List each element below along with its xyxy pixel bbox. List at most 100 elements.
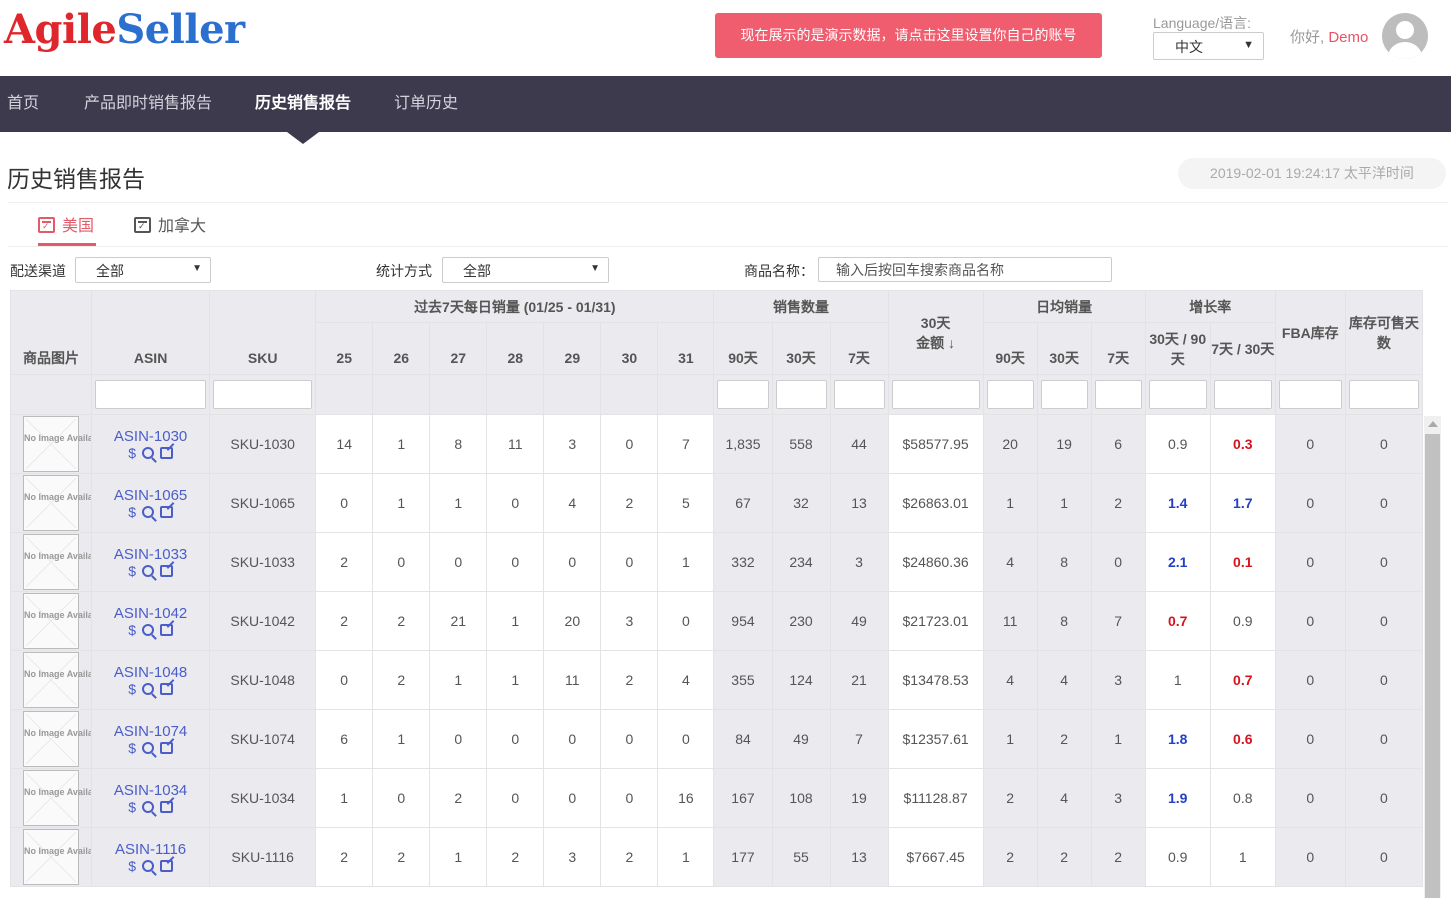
qty-cell: 44 — [829, 414, 889, 474]
dollar-icon[interactable]: $ — [128, 445, 136, 461]
header-day[interactable]: 28 — [486, 322, 545, 375]
asin-link[interactable]: ASIN-1033 — [93, 546, 209, 563]
no-image-placeholder[interactable]: No Image Available — [23, 416, 91, 472]
edit-icon[interactable] — [159, 682, 173, 695]
zoom-search-icon[interactable] — [141, 623, 154, 636]
edit-icon[interactable] — [159, 564, 173, 577]
no-image-placeholder[interactable]: No Image Available — [23, 711, 91, 767]
tab-canada[interactable]: 加拿大 — [134, 212, 206, 246]
product-name-search-input[interactable] — [818, 257, 1112, 282]
zoom-search-icon[interactable] — [141, 564, 154, 577]
nav-item-realtime-report[interactable]: 产品即时销售报告 — [84, 76, 212, 132]
zoom-search-icon[interactable] — [141, 682, 154, 695]
zoom-search-icon[interactable] — [141, 446, 154, 459]
header-qty-30[interactable]: 30天 — [771, 322, 831, 375]
header-days-left[interactable]: 库存可售天数 — [1344, 290, 1423, 375]
edit-icon[interactable] — [159, 623, 173, 636]
asin-link[interactable]: ASIN-1048 — [93, 664, 209, 681]
header-day[interactable]: 31 — [657, 322, 715, 375]
scrollbar-thumb[interactable] — [1425, 434, 1440, 898]
demo-account-banner-button[interactable]: 现在展示的是演示数据，请点击这里设置你自己的账号 — [715, 13, 1102, 58]
qty-cell: 177 — [713, 827, 773, 887]
no-image-placeholder[interactable]: No Image Available — [23, 475, 91, 531]
column-filter-input[interactable] — [986, 380, 1034, 409]
asin-link[interactable]: ASIN-1042 — [93, 605, 209, 622]
no-image-placeholder[interactable]: No Image Available — [23, 829, 91, 885]
header-day[interactable]: 25 — [315, 322, 374, 375]
dollar-icon[interactable]: $ — [128, 681, 136, 697]
dollar-icon[interactable]: $ — [128, 799, 136, 815]
column-filter-input[interactable] — [833, 380, 885, 409]
table-row: No Image AvailableASIN-1034$SKU-10341020… — [10, 768, 1423, 828]
asin-link[interactable]: ASIN-1065 — [93, 487, 209, 504]
edit-icon[interactable] — [159, 741, 173, 754]
header-growth-7-30[interactable]: 7天 / 30天 — [1209, 322, 1276, 375]
zoom-search-icon[interactable] — [141, 741, 154, 754]
dollar-icon[interactable]: $ — [128, 563, 136, 579]
avg-cell: 3 — [1090, 650, 1146, 710]
column-filter-input[interactable] — [1094, 380, 1142, 409]
column-filter-input[interactable] — [95, 380, 207, 409]
column-filter-input[interactable] — [1148, 380, 1207, 409]
edit-icon[interactable] — [159, 800, 173, 813]
header-day[interactable]: 27 — [429, 322, 488, 375]
avatar[interactable] — [1382, 13, 1428, 59]
column-filter-input[interactable] — [1040, 380, 1088, 409]
channel-filter-select[interactable]: 全部 ▼ — [75, 257, 211, 283]
no-image-placeholder[interactable]: No Image Available — [23, 652, 91, 708]
column-filter-input[interactable] — [213, 380, 313, 409]
username-link[interactable]: Demo — [1328, 29, 1368, 46]
header-day[interactable]: 30 — [600, 322, 659, 375]
app-logo[interactable]: AgileSeller — [4, 6, 245, 53]
zoom-search-icon[interactable] — [141, 859, 154, 872]
header-avg-30[interactable]: 30天 — [1036, 322, 1092, 375]
nav-item-history-report[interactable]: 历史销售报告 — [255, 76, 351, 132]
header-avg-90[interactable]: 90天 — [982, 322, 1038, 375]
scroll-up-arrow-icon[interactable] — [1428, 421, 1438, 427]
dollar-icon[interactable]: $ — [128, 740, 136, 756]
dollar-icon[interactable]: $ — [128, 858, 136, 874]
zoom-search-icon[interactable] — [141, 505, 154, 518]
qty-cell: 49 — [829, 591, 889, 651]
column-filter-input[interactable] — [891, 380, 980, 409]
table-scrollbar[interactable] — [1424, 416, 1441, 898]
daily-sales-cell: 16 — [657, 768, 715, 828]
dollar-icon[interactable]: $ — [128, 504, 136, 520]
header-day[interactable]: 26 — [372, 322, 431, 375]
no-image-placeholder[interactable]: No Image Available — [23, 593, 91, 649]
no-image-placeholder[interactable]: No Image Available — [23, 770, 91, 826]
avg-cell: 8 — [1036, 532, 1092, 592]
header-asin[interactable]: ASIN — [91, 290, 211, 375]
edit-icon[interactable] — [159, 859, 173, 872]
column-filter-input[interactable] — [775, 380, 827, 409]
column-filter-input[interactable] — [1213, 380, 1272, 409]
dollar-icon[interactable]: $ — [128, 622, 136, 638]
asin-link[interactable]: ASIN-1030 — [93, 428, 209, 445]
asin-link[interactable]: ASIN-1116 — [93, 841, 209, 858]
edit-icon[interactable] — [159, 446, 173, 459]
header-fba-stock[interactable]: FBA库存 — [1274, 290, 1346, 375]
daily-sales-cell: 1 — [486, 650, 545, 710]
header-qty-7[interactable]: 7天 — [829, 322, 889, 375]
header-30day-amount[interactable]: 30天 金额 ↓ — [887, 290, 984, 375]
tab-us[interactable]: 美国 — [38, 212, 94, 246]
header-avg-7[interactable]: 7天 — [1090, 322, 1146, 375]
nav-item-home[interactable]: 首页 — [7, 76, 39, 132]
no-image-placeholder[interactable]: No Image Available — [23, 534, 91, 590]
nav-item-order-history[interactable]: 订单历史 — [394, 76, 458, 132]
active-nav-pointer — [287, 132, 319, 144]
qty-cell: 355 — [713, 650, 773, 710]
header-day[interactable]: 29 — [543, 322, 602, 375]
column-filter-input[interactable] — [1348, 380, 1419, 409]
edit-icon[interactable] — [159, 505, 173, 518]
stat-filter-select[interactable]: 全部 ▼ — [442, 257, 609, 283]
header-growth-30-90[interactable]: 30天 / 90天 — [1144, 322, 1211, 375]
asin-link[interactable]: ASIN-1034 — [93, 782, 209, 799]
zoom-search-icon[interactable] — [141, 800, 154, 813]
asin-link[interactable]: ASIN-1074 — [93, 723, 209, 740]
header-qty-90[interactable]: 90天 — [713, 322, 773, 375]
header-sku[interactable]: SKU — [209, 290, 317, 375]
column-filter-input[interactable] — [717, 380, 769, 409]
column-filter-input[interactable] — [1278, 380, 1342, 409]
language-select[interactable]: 中文 ▼ — [1153, 32, 1264, 60]
